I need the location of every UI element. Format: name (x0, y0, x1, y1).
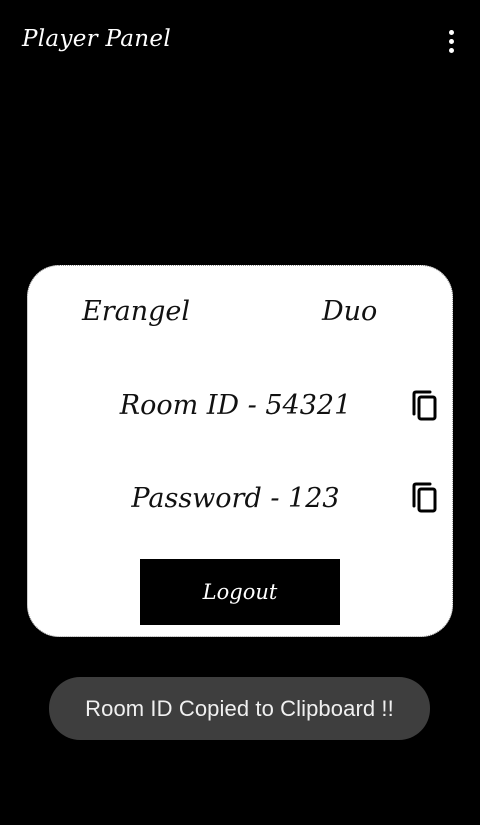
app-bar: Player Panel (0, 0, 480, 84)
player-panel-screen: Player Panel Erangel Duo Room ID - 54321… (0, 0, 480, 825)
password-text: Password - 123 (131, 483, 340, 514)
app-title: Player Panel (22, 26, 171, 52)
logout-button[interactable]: Logout (140, 559, 340, 625)
toast-message: Room ID Copied to Clipboard !! (85, 695, 394, 721)
copy-room-id-button[interactable] (408, 389, 440, 423)
more-vert-icon[interactable] (436, 26, 466, 56)
map-label: Erangel (82, 296, 190, 327)
content-copy-icon (412, 482, 437, 513)
room-id-text: Room ID - 54321 (119, 390, 352, 421)
content-copy-icon (412, 390, 437, 421)
menu-dot (448, 29, 454, 35)
menu-dot (448, 47, 454, 53)
clipboard-toast: Room ID Copied to Clipboard !! (49, 677, 430, 740)
mode-label: Duo (322, 296, 378, 327)
menu-dot (448, 38, 454, 44)
copy-password-button[interactable] (408, 481, 440, 515)
match-card: Erangel Duo Room ID - 54321 Password - 1… (27, 265, 453, 637)
